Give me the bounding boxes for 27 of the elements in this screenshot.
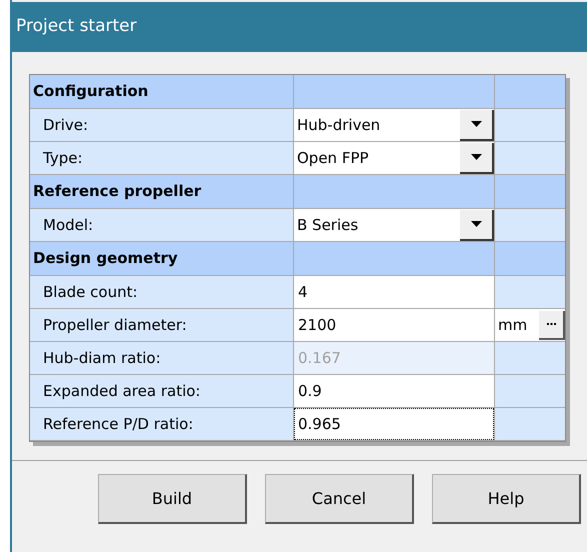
grid-cell [495, 242, 565, 276]
field-label: Type: [43, 148, 83, 169]
field-label: Reference P/D ratio: [43, 414, 194, 435]
unit-label: mm [498, 314, 528, 336]
input-field[interactable]: 4 [294, 276, 494, 308]
field-label: Model: [43, 214, 94, 236]
section-heading: Reference propeller [33, 181, 202, 202]
grid-cell [495, 75, 565, 109]
field-label: Blade count: [43, 282, 138, 303]
field-label: Drive: [43, 114, 88, 136]
window-title: Project starter [16, 15, 137, 38]
dialog-button[interactable]: Help [432, 474, 581, 524]
dialog-button[interactable]: Cancel [265, 474, 414, 524]
input-field[interactable]: 0.9 [294, 375, 494, 407]
section-heading: Configuration [33, 81, 148, 102]
dropdown-arrow-icon [470, 221, 482, 227]
input-field[interactable]: 2100 [294, 309, 494, 341]
input-field[interactable]: 0.965 [294, 408, 494, 440]
section-heading: Design geometry [33, 248, 178, 270]
dropdown-arrow-icon [470, 121, 482, 127]
dropdown-arrow-icon [470, 154, 482, 160]
field-label: Propeller diameter: [43, 314, 187, 336]
grid-cell [495, 175, 565, 209]
ellipsis-button[interactable] [539, 310, 565, 340]
field-label: Hub-diam ratio: [43, 348, 161, 369]
field-label: Expanded area ratio: [43, 380, 200, 402]
dialog-button[interactable]: Build [98, 474, 247, 524]
